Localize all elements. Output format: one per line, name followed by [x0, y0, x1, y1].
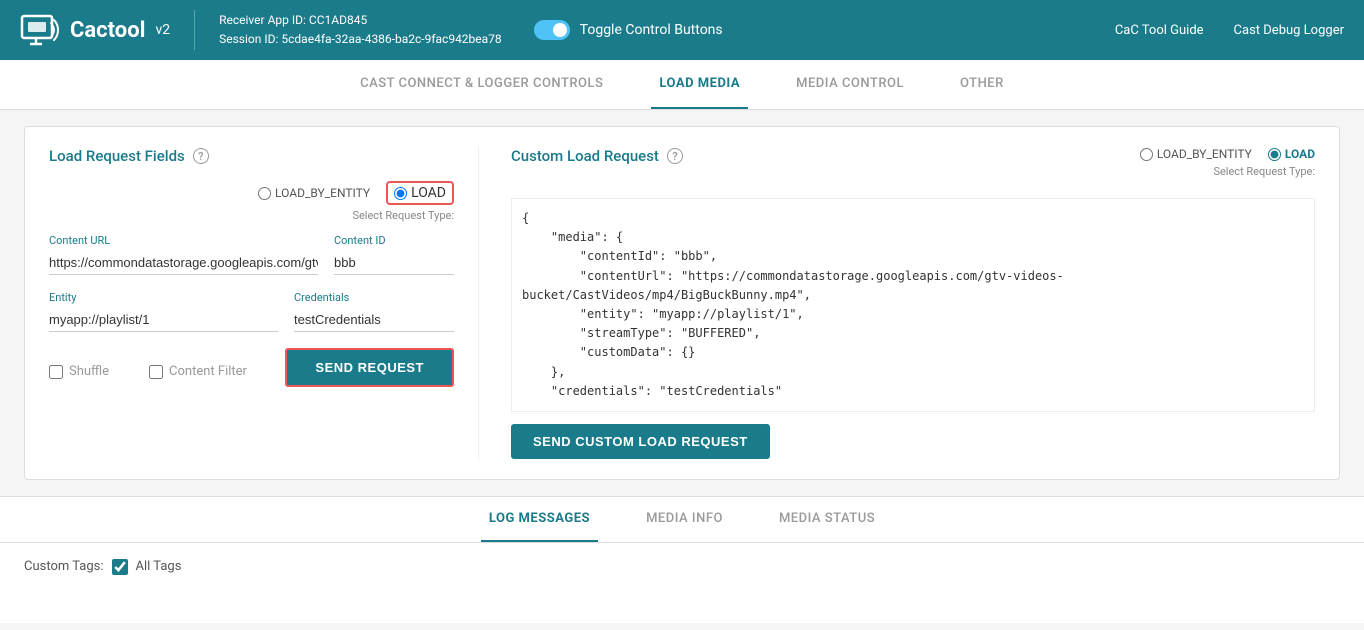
- content-url-field: Content URL: [49, 234, 318, 275]
- checkbox-row: Shuffle Content Filter: [49, 364, 247, 379]
- top-tab-bar: CAST CONNECT & LOGGER CONTROLS LOAD MEDI…: [0, 60, 1364, 110]
- content-url-input[interactable]: [49, 251, 318, 275]
- load-request-fields-title: Load Request Fields ?: [49, 147, 454, 165]
- bottom-tab-bar: LOG MESSAGES MEDIA INFO MEDIA STATUS: [0, 497, 1364, 543]
- tab-load-media[interactable]: LOAD MEDIA: [651, 60, 748, 109]
- form-row-2: Entity Credentials: [49, 291, 454, 332]
- entity-label: Entity: [49, 291, 278, 304]
- custom-select-request-type-label: Select Request Type:: [1213, 165, 1315, 178]
- app-logo: Cactool v2: [20, 10, 170, 50]
- header-divider: [194, 10, 195, 50]
- header-info: Receiver App ID: CC1AD845 Session ID: 5c…: [219, 11, 502, 49]
- shuffle-checkbox-label[interactable]: Shuffle: [49, 364, 109, 379]
- content-url-label: Content URL: [49, 234, 318, 247]
- request-type-row: LOAD_BY_ENTITY LOAD: [258, 181, 454, 205]
- tab-media-control[interactable]: MEDIA CONTROL: [788, 60, 912, 109]
- bottom-row: Shuffle Content Filter SEND REQUEST: [49, 348, 454, 387]
- tab-cast-connect[interactable]: CAST CONNECT & LOGGER CONTROLS: [352, 60, 611, 109]
- content-card: Load Request Fields ? LOAD_BY_ENTITY LOA…: [24, 126, 1340, 480]
- main-content: Load Request Fields ? LOAD_BY_ENTITY LOA…: [0, 110, 1364, 496]
- all-tags-label: All Tags: [136, 559, 182, 574]
- content-filter-checkbox-label[interactable]: Content Filter: [149, 364, 247, 379]
- custom-load-request-title: Custom Load Request ?: [511, 147, 683, 165]
- json-content[interactable]: { "media": { "contentId": "bbb", "conten…: [511, 198, 1315, 412]
- request-type-selector: LOAD_BY_ENTITY LOAD Select Request Type:: [49, 181, 454, 222]
- cast-logo-icon: [20, 10, 60, 50]
- cast-debug-logger-link[interactable]: Cast Debug Logger: [1234, 23, 1344, 38]
- form-row-1: Content URL Content ID: [49, 234, 454, 275]
- radio-load-highlighted[interactable]: LOAD: [386, 181, 454, 205]
- credentials-field: Credentials: [294, 291, 454, 332]
- cac-tool-guide-link[interactable]: CaC Tool Guide: [1115, 23, 1204, 38]
- custom-load-help-icon[interactable]: ?: [667, 148, 683, 164]
- bottom-tab-media-status[interactable]: MEDIA STATUS: [771, 497, 883, 542]
- custom-radio-load-by-entity[interactable]: LOAD_BY_ENTITY: [1140, 147, 1252, 161]
- bottom-section: LOG MESSAGES MEDIA INFO MEDIA STATUS Cus…: [0, 496, 1364, 623]
- radio-load-by-entity[interactable]: LOAD_BY_ENTITY: [258, 186, 370, 200]
- shuffle-checkbox[interactable]: [49, 365, 63, 379]
- content-id-label: Content ID: [334, 234, 454, 247]
- send-request-button[interactable]: SEND REQUEST: [285, 348, 454, 387]
- tab-other[interactable]: OTHER: [952, 60, 1012, 109]
- credentials-label: Credentials: [294, 291, 454, 304]
- receiver-app-id-line: Receiver App ID: CC1AD845: [219, 11, 502, 30]
- bottom-tab-log-messages[interactable]: LOG MESSAGES: [481, 497, 598, 542]
- app-name: Cactool: [70, 18, 145, 43]
- custom-tags-label: Custom Tags:: [24, 559, 104, 574]
- custom-radio-load[interactable]: LOAD: [1268, 147, 1315, 161]
- toggle-section: Toggle Control Buttons: [534, 20, 723, 40]
- app-header: Cactool v2 Receiver App ID: CC1AD845 Ses…: [0, 0, 1364, 60]
- send-custom-load-request-button[interactable]: SEND CUSTOM LOAD REQUEST: [511, 424, 770, 459]
- all-tags-checkbox[interactable]: [112, 559, 128, 575]
- toggle-control-buttons[interactable]: [534, 20, 570, 40]
- session-id-line: Session ID: 5cdae4fa-32aa-4386-ba2c-9fac…: [219, 30, 502, 49]
- entity-input[interactable]: [49, 308, 278, 332]
- load-request-fields-help-icon[interactable]: ?: [193, 148, 209, 164]
- content-filter-checkbox[interactable]: [149, 365, 163, 379]
- bottom-content: Custom Tags: All Tags: [0, 543, 1364, 623]
- right-panel-header: Custom Load Request ? LOAD_BY_ENTITY LOA…: [511, 147, 1315, 190]
- content-id-input[interactable]: [334, 251, 454, 275]
- toggle-label: Toggle Control Buttons: [580, 22, 723, 38]
- custom-request-type-selector: LOAD_BY_ENTITY LOAD Select Request Type:: [1140, 147, 1315, 178]
- app-version: v2: [155, 22, 170, 38]
- custom-tags-row: Custom Tags: All Tags: [24, 559, 1340, 575]
- header-nav-links: CaC Tool Guide Cast Debug Logger: [1115, 23, 1344, 38]
- credentials-input[interactable]: [294, 308, 454, 332]
- left-panel: Load Request Fields ? LOAD_BY_ENTITY LOA…: [49, 147, 479, 459]
- select-request-type-label: Select Request Type:: [352, 209, 454, 222]
- custom-request-type-row: LOAD_BY_ENTITY LOAD: [1140, 147, 1315, 161]
- right-panel: Custom Load Request ? LOAD_BY_ENTITY LOA…: [503, 147, 1315, 459]
- bottom-tab-media-info[interactable]: MEDIA INFO: [638, 497, 731, 542]
- entity-field: Entity: [49, 291, 278, 332]
- content-id-field: Content ID: [334, 234, 454, 275]
